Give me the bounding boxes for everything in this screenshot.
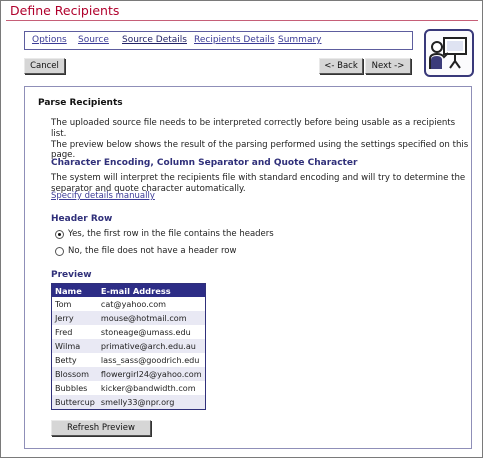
back-button[interactable]: <- Back (319, 58, 363, 74)
tab-options[interactable]: Options (32, 35, 67, 45)
tab-recipients-details[interactable]: Recipients Details (194, 35, 275, 45)
table-row: Blossom flowergirl24@yahoo.com (51, 367, 206, 381)
wizard-tab-bar: Options Source Source Details Recipients… (24, 31, 413, 50)
preview-heading: Preview (51, 270, 92, 280)
preview-table: Name E-mail Address Tom cat@yahoo.com Jer… (51, 283, 206, 410)
cell-email: lass_sass@goodrich.edu (100, 355, 200, 365)
cell-name: Betty (55, 355, 77, 365)
column-header-name: Name (51, 283, 98, 297)
cell-name: Bubbles (55, 383, 88, 393)
panel-heading: Parse Recipients (38, 98, 123, 108)
encoding-line: The system will interpret the recipients… (51, 173, 466, 183)
cell-email: smelly33@npr.org (97, 395, 206, 410)
cell-name: Blossom (51, 367, 98, 381)
cell-email: primative@arch.edu.au (97, 339, 206, 353)
cell-email: mouse@hotmail.com (97, 311, 206, 325)
cancel-button[interactable]: Cancel (24, 58, 65, 74)
header-no-option[interactable]: No, the file does not have a header row (55, 246, 236, 256)
specify-details-link[interactable]: Specify details manually (51, 191, 155, 201)
intro-text: The uploaded source file needs to be int… (51, 118, 471, 161)
table-row: Buttercup smelly33@npr.org (51, 395, 206, 410)
encoding-section-heading: Character Encoding, Column Separator and… (51, 158, 358, 168)
presenter-board-icon (424, 29, 474, 77)
cell-email: flowergirl24@yahoo.com (97, 367, 206, 381)
parse-recipients-panel: Parse Recipients The uploaded source fil… (24, 86, 472, 449)
table-row: Wilma primative@arch.edu.au (51, 339, 206, 353)
cell-email: cat@yahoo.com (100, 299, 167, 309)
intro-line: The preview below shows the result of th… (51, 139, 469, 150)
cell-email: kicker@bandwidth.com (100, 383, 196, 393)
cell-name: Wilma (51, 339, 98, 353)
cell-email: stoneage@umass.edu (100, 327, 191, 337)
page-title: Define Recipients (10, 3, 120, 18)
table-row: Fred stoneage@umass.edu (52, 325, 206, 339)
cell-name: Tom (55, 299, 72, 309)
dialog-frame: Define Recipients Options Source Source … (0, 0, 483, 458)
table-header-row: Name E-mail Address (51, 283, 206, 297)
tab-source[interactable]: Source (78, 35, 109, 45)
cell-name: Jerry (51, 311, 98, 325)
cell-name: Fred (55, 327, 73, 337)
tab-summary[interactable]: Summary (278, 35, 322, 45)
table-row: Tom cat@yahoo.com (52, 297, 206, 311)
column-header-email: E-mail Address (97, 283, 206, 297)
header-no-label: No, the file does not have a header row (68, 246, 237, 256)
header-yes-option[interactable]: Yes, the first row in the file contains … (55, 229, 274, 239)
table-row: Jerry mouse@hotmail.com (51, 311, 206, 325)
title-divider (6, 20, 478, 21)
header-row-heading: Header Row (51, 214, 113, 224)
radio-selected-icon[interactable] (55, 229, 64, 239)
tab-source-details[interactable]: Source Details (122, 35, 187, 45)
cell-name: Buttercup (51, 395, 98, 410)
refresh-preview-button[interactable]: Refresh Preview (51, 420, 151, 436)
next-button[interactable]: Next -> (365, 58, 411, 74)
radio-unselected-icon[interactable] (55, 246, 64, 256)
table-row: Bubbles kicker@bandwidth.com (52, 381, 206, 395)
intro-line: The uploaded source file needs to be int… (51, 118, 456, 139)
header-yes-label: Yes, the first row in the file contains … (68, 229, 274, 239)
table-row: Betty lass_sass@goodrich.edu (52, 353, 206, 367)
